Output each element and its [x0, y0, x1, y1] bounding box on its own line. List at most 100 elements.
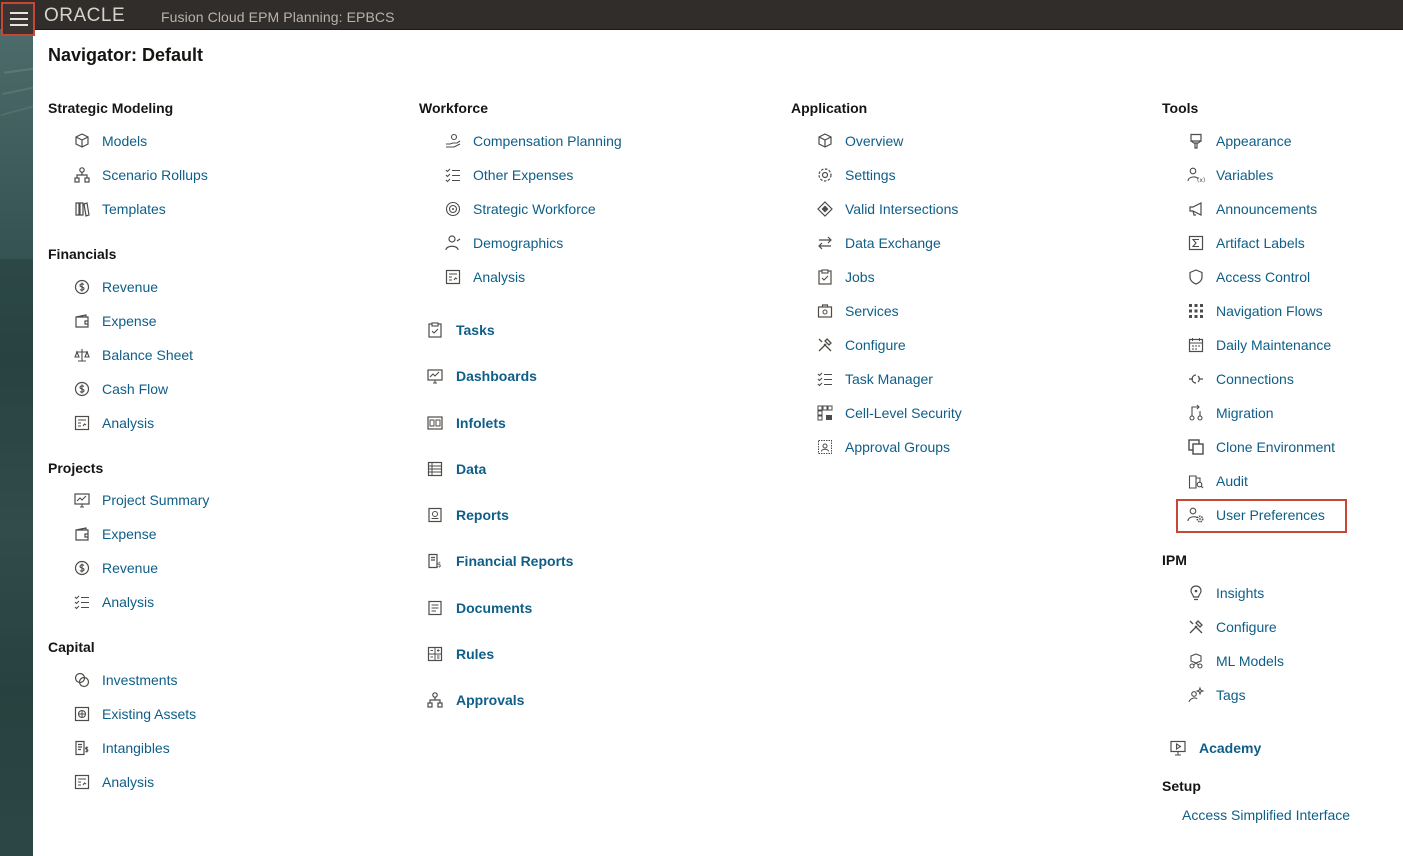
nav-card-reports[interactable]: Reports [426, 505, 509, 525]
tools-icon [816, 336, 834, 354]
chart-monitor-icon [73, 491, 91, 509]
nav-item-jobs[interactable]: Jobs [816, 267, 875, 287]
clone-icon [1187, 438, 1205, 456]
nav-item-cell-level-security[interactable]: Cell-Level Security [816, 403, 962, 423]
nav-item-ml-models[interactable]: ML Models [1187, 651, 1284, 671]
nav-item-existing-assets[interactable]: Existing Assets [73, 704, 196, 724]
nav-item-insights[interactable]: Insights [1187, 583, 1264, 603]
nav-card-documents[interactable]: Documents [426, 598, 532, 618]
section-financials: Financials [48, 246, 117, 262]
nav-item-ipm-configure[interactable]: Configure [1187, 617, 1277, 637]
checklist-icon [816, 370, 834, 388]
hand-coin-icon [444, 132, 462, 150]
infolet-icon [426, 414, 444, 432]
nav-card-tasks[interactable]: Tasks [426, 320, 495, 340]
nav-item-announcements[interactable]: Announcements [1187, 199, 1317, 219]
section-capital: Capital [48, 639, 95, 655]
nav-item-appearance[interactable]: Appearance [1187, 131, 1292, 151]
nav-item-proj-expense[interactable]: Expense [73, 524, 156, 544]
nav-item-app-configure[interactable]: Configure [816, 335, 906, 355]
app-title: Fusion Cloud EPM Planning: EPBCS [161, 9, 395, 25]
hierarchy-icon [426, 691, 444, 709]
nav-item-project-summary[interactable]: Project Summary [73, 490, 209, 510]
page-title: Navigator: Default [48, 45, 204, 65]
nav-item-wf-analysis[interactable]: Analysis [444, 267, 525, 287]
nav-item-clone-environment[interactable]: Clone Environment [1187, 437, 1335, 457]
section-projects: Projects [48, 460, 104, 476]
checklist-icon [73, 593, 91, 611]
nav-item-fin-revenue[interactable]: Revenue [73, 277, 158, 297]
nav-item-navigation-flows[interactable]: Navigation Flows [1187, 301, 1323, 321]
nav-item-approval-groups[interactable]: Approval Groups [816, 437, 950, 457]
user-preferences-highlight [1176, 499, 1347, 533]
svg-text:ORACLE: ORACLE [44, 5, 125, 25]
section-application: Application [791, 100, 868, 116]
financial-report-icon [426, 552, 444, 570]
nav-item-proj-analysis[interactable]: Analysis [73, 592, 154, 612]
nav-item-strategic-workforce[interactable]: Strategic Workforce [444, 199, 596, 219]
nav-item-templates[interactable]: Templates [73, 199, 166, 219]
analysis-icon [73, 773, 91, 791]
nav-card-financial-reports[interactable]: Financial Reports [426, 551, 573, 571]
nav-item-tags[interactable]: Tags [1187, 685, 1246, 705]
clipboard-icon [426, 321, 444, 339]
nav-item-compensation-planning[interactable]: Compensation Planning [444, 131, 622, 151]
nav-item-fin-analysis[interactable]: Analysis [73, 413, 154, 433]
nav-card-academy[interactable]: Academy [1169, 738, 1261, 758]
grid-dots-icon [1187, 302, 1205, 320]
lightbulb-icon [1187, 584, 1205, 602]
nav-item-cap-analysis[interactable]: Analysis [73, 772, 154, 792]
shield-icon [1187, 268, 1205, 286]
nav-item-cash-flow[interactable]: Cash Flow [73, 379, 168, 399]
nav-item-other-expenses[interactable]: Other Expenses [444, 165, 573, 185]
nav-item-balance-sheet[interactable]: Balance Sheet [73, 345, 193, 365]
nav-item-migration[interactable]: Migration [1187, 403, 1274, 423]
section-strategic-modeling: Strategic Modeling [48, 100, 174, 116]
oracle-logo: ORACLE [44, 5, 148, 26]
nav-item-variables[interactable]: Variables [1187, 165, 1273, 185]
nav-card-approvals[interactable]: Approvals [426, 690, 524, 710]
audit-icon [1187, 472, 1205, 490]
nav-item-fin-expense[interactable]: Expense [73, 311, 156, 331]
nav-card-dashboards[interactable]: Dashboards [426, 366, 537, 386]
person-icon [444, 234, 462, 252]
checklist-icon [444, 166, 462, 184]
nav-card-infolets[interactable]: Infolets [426, 413, 506, 433]
hierarchy-icon [73, 166, 91, 184]
nav-item-overview[interactable]: Overview [816, 131, 903, 151]
nav-item-artifact-labels[interactable]: Artifact Labels [1187, 233, 1305, 253]
asset-icon [73, 705, 91, 723]
nav-item-task-manager[interactable]: Task Manager [816, 369, 933, 389]
calculator-icon [426, 645, 444, 663]
section-ipm: IPM [1162, 552, 1187, 568]
wallet-icon [73, 525, 91, 543]
nav-item-access-control[interactable]: Access Control [1187, 267, 1310, 287]
nav-item-services[interactable]: Services [816, 301, 899, 321]
nav-card-data[interactable]: Data [426, 459, 486, 479]
hamburger-menu-button[interactable] [1, 2, 35, 36]
report-icon [426, 506, 444, 524]
grid-lock-icon [816, 404, 834, 422]
nav-item-scenario-rollups[interactable]: Scenario Rollups [73, 165, 208, 185]
analysis-icon [444, 268, 462, 286]
nav-item-investments[interactable]: Investments [73, 670, 177, 690]
cube-icon [816, 132, 834, 150]
dollar-circle-icon [73, 559, 91, 577]
nav-item-daily-maintenance[interactable]: Daily Maintenance [1187, 335, 1331, 355]
access-simplified-interface-link[interactable]: Access Simplified Interface [1182, 807, 1350, 823]
nav-item-connections[interactable]: Connections [1187, 369, 1294, 389]
nav-item-models[interactable]: Models [73, 131, 147, 151]
nav-item-intangibles[interactable]: Intangibles [73, 738, 170, 758]
nav-item-valid-intersections[interactable]: Valid Intersections [816, 199, 958, 219]
nav-item-settings[interactable]: Settings [816, 165, 896, 185]
dollar-circle-icon [73, 380, 91, 398]
nav-item-proj-revenue[interactable]: Revenue [73, 558, 158, 578]
nav-item-data-exchange[interactable]: Data Exchange [816, 233, 941, 253]
sparkle-person-icon [1187, 686, 1205, 704]
megaphone-icon [1187, 200, 1205, 218]
nav-item-demographics[interactable]: Demographics [444, 233, 563, 253]
nav-item-audit[interactable]: Audit [1187, 471, 1248, 491]
document-dollar-icon [73, 739, 91, 757]
nav-card-rules[interactable]: Rules [426, 644, 494, 664]
ml-icon [1187, 652, 1205, 670]
